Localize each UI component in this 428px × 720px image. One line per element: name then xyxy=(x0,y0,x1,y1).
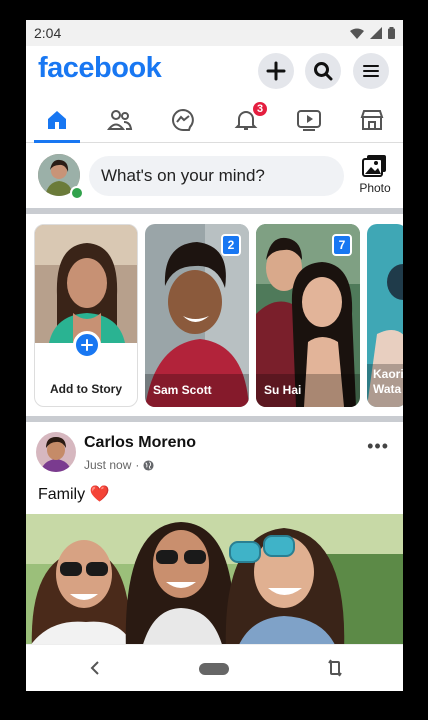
tab-friends[interactable] xyxy=(89,98,151,142)
search-icon xyxy=(314,62,333,81)
photo-gallery-icon xyxy=(362,155,386,177)
globe-icon xyxy=(143,459,154,471)
story-count-badge: 7 xyxy=(332,234,352,256)
phone-screen: 2:04 facebook 3 What's on your mind? Pho… xyxy=(26,20,403,691)
status-icons xyxy=(350,27,395,39)
story-card[interactable]: 2 Sam Scott xyxy=(145,224,249,407)
friends-icon xyxy=(107,110,133,130)
story-name: Su Hai xyxy=(264,383,302,397)
tab-bar: 3 xyxy=(26,98,403,143)
app-header: facebook xyxy=(26,46,403,98)
plus-icon xyxy=(81,339,93,351)
tab-home[interactable] xyxy=(26,98,88,143)
photo-button[interactable]: Photo xyxy=(354,154,396,198)
story-card[interactable]: 7 Su Hai xyxy=(256,224,360,407)
stories-tray: Add to Story 2 Sam Scott 7 Su Hai Kaori … xyxy=(26,214,403,414)
post-author-avatar[interactable] xyxy=(36,432,76,472)
post-caption: Family xyxy=(38,486,86,503)
rotate-icon[interactable] xyxy=(328,659,342,677)
tab-marketplace[interactable] xyxy=(341,98,403,142)
tab-messenger[interactable] xyxy=(152,98,214,142)
post-photo-image xyxy=(26,514,403,652)
add-story-button[interactable] xyxy=(73,331,101,359)
plus-icon xyxy=(266,61,286,81)
story-count-badge: 2 xyxy=(221,234,241,256)
story-name: Kaori Wata xyxy=(373,367,403,396)
add-to-story-card[interactable]: Add to Story xyxy=(34,224,138,407)
system-nav-bar xyxy=(26,644,403,691)
battery-icon xyxy=(388,27,395,39)
notification-badge: 3 xyxy=(251,100,269,118)
post-photo[interactable] xyxy=(26,514,403,652)
post-composer: What's on your mind? Photo xyxy=(26,142,403,208)
hamburger-icon xyxy=(363,65,379,77)
post-options-button[interactable]: ••• xyxy=(367,436,389,457)
online-indicator xyxy=(70,186,84,200)
create-button[interactable] xyxy=(258,53,294,89)
home-pill-button[interactable] xyxy=(199,663,229,675)
story-card[interactable]: Kaori Wata xyxy=(367,224,403,407)
back-icon[interactable] xyxy=(90,661,100,675)
story-name: Sam Scott xyxy=(153,383,212,397)
heart-emoji: ❤️ xyxy=(89,486,110,503)
watch-icon xyxy=(297,110,321,131)
post-meta: Just now · xyxy=(84,458,154,472)
photo-label: Photo xyxy=(359,181,391,195)
tab-watch[interactable] xyxy=(278,98,340,142)
search-button[interactable] xyxy=(305,53,341,89)
status-bar: 2:04 xyxy=(26,20,403,46)
signal-icon xyxy=(370,27,382,39)
post-author-photo xyxy=(36,432,76,472)
post-author-name[interactable]: Carlos Moreno xyxy=(84,434,196,452)
add-story-photo xyxy=(35,225,137,343)
post-text: Family ❤️ xyxy=(38,484,109,504)
messenger-icon xyxy=(172,108,194,131)
wifi-icon xyxy=(350,28,364,39)
meta-separator: · xyxy=(135,458,140,472)
marketplace-icon xyxy=(360,110,384,130)
post-timestamp[interactable]: Just now xyxy=(84,458,131,472)
whats-on-your-mind-input[interactable]: What's on your mind? xyxy=(89,156,344,196)
feed-post: Carlos Moreno Just now · ••• Family ❤️ xyxy=(26,422,403,652)
tab-notifications[interactable]: 3 xyxy=(215,98,277,142)
home-icon xyxy=(48,111,66,129)
menu-button[interactable] xyxy=(353,53,389,89)
add-to-story-label: Add to Story xyxy=(50,382,122,396)
status-time: 2:04 xyxy=(34,25,62,41)
facebook-logo: facebook xyxy=(38,52,162,84)
